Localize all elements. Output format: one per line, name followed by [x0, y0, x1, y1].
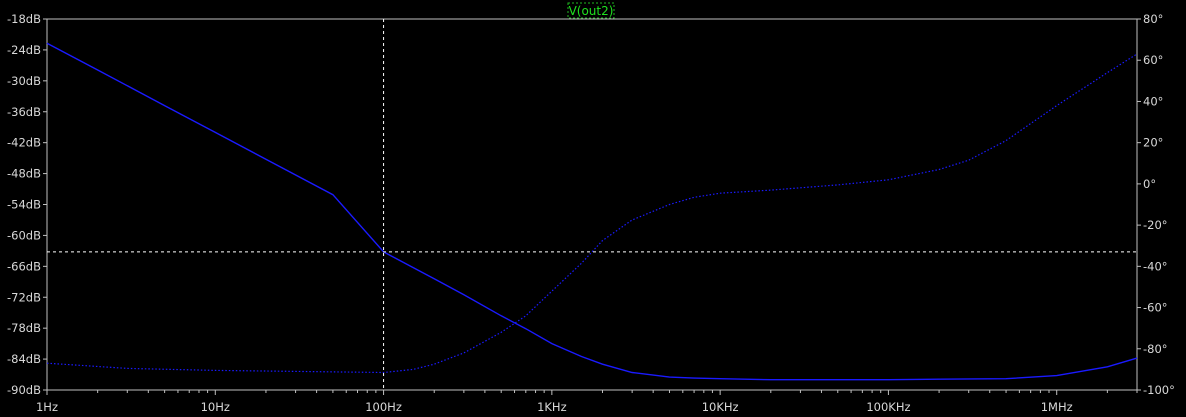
- x-tick-label: 1Hz: [36, 400, 58, 414]
- y-tick-label: -84dB: [7, 352, 41, 366]
- y2-tick-label: -20°: [1143, 218, 1168, 232]
- y2-tick-label: -80°: [1143, 342, 1168, 356]
- y2-tick-label: 0°: [1143, 177, 1156, 191]
- y2-tick-label: 20°: [1143, 136, 1163, 150]
- y-tick-label: -66dB: [7, 259, 41, 273]
- x-tick-label: 1KHz: [537, 400, 567, 414]
- legend-label[interactable]: V(out2): [569, 4, 614, 18]
- y-tick-label: -30dB: [7, 74, 41, 88]
- x-tick-label: 1MHz: [1041, 400, 1073, 414]
- y2-tick-label: -100°: [1143, 383, 1175, 397]
- y-tick-label: -36dB: [7, 105, 41, 119]
- x-tick-label: 100Hz: [365, 400, 402, 414]
- y-tick-label: -48dB: [7, 167, 41, 181]
- legend[interactable]: V(out2): [567, 2, 615, 19]
- y-tick-label: -54dB: [7, 198, 41, 212]
- y-tick-label: -72dB: [7, 290, 41, 304]
- y-tick-label: -42dB: [7, 136, 41, 150]
- y2-tick-label: -40°: [1143, 259, 1168, 273]
- x-tick-label: 100KHz: [866, 400, 910, 414]
- y-tick-label: -90dB: [7, 383, 41, 397]
- y-tick-label: -18dB: [7, 12, 41, 26]
- x-tick-label: 10Hz: [201, 400, 230, 414]
- bode-plot[interactable]: -18dB -24dB -30dB -36dB -42dB -48dB -54dB -60dB…: [0, 0, 1186, 417]
- y2-tick-label: 80°: [1143, 12, 1163, 26]
- y-tick-label: -60dB: [7, 228, 41, 242]
- y-tick-label: -24dB: [7, 43, 41, 57]
- y2-tick-label: 60°: [1143, 53, 1163, 67]
- y2-tick-label: -60°: [1143, 301, 1168, 315]
- y2-tick-label: 40°: [1143, 94, 1163, 108]
- x-tick-label: 10KHz: [702, 400, 739, 414]
- plot-background: [0, 0, 1186, 417]
- y-tick-label: -78dB: [7, 321, 41, 335]
